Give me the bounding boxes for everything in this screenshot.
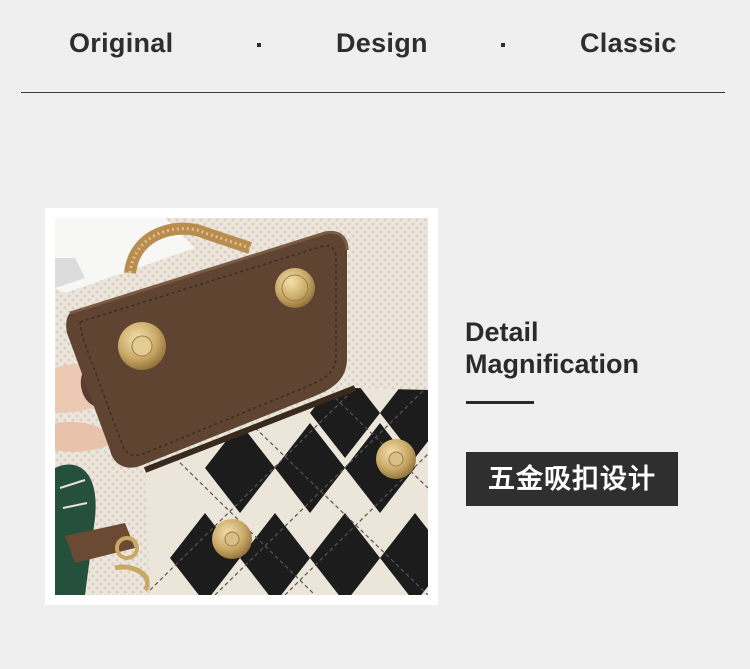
detail-underline: [466, 401, 534, 404]
header-word-design: Design: [336, 28, 428, 58]
detail-heading-line1: Detail: [465, 317, 539, 347]
header-word-classic: Classic: [580, 28, 677, 58]
handbag-closeup-illustration: [55, 218, 428, 595]
header-dot-separator: [257, 43, 261, 47]
header-dot-separator: [501, 43, 505, 47]
product-photo: [55, 218, 428, 595]
header-divider: [21, 92, 725, 93]
hardware-snap-badge: 五金吸扣设计: [466, 452, 678, 506]
detail-heading-line2: Magnification: [465, 349, 639, 379]
product-photo-frame: [45, 208, 438, 605]
header-banner: Original Design Classic: [0, 20, 750, 70]
header-word-original: Original: [69, 28, 174, 58]
detail-heading: Detail Magnification: [465, 316, 639, 380]
